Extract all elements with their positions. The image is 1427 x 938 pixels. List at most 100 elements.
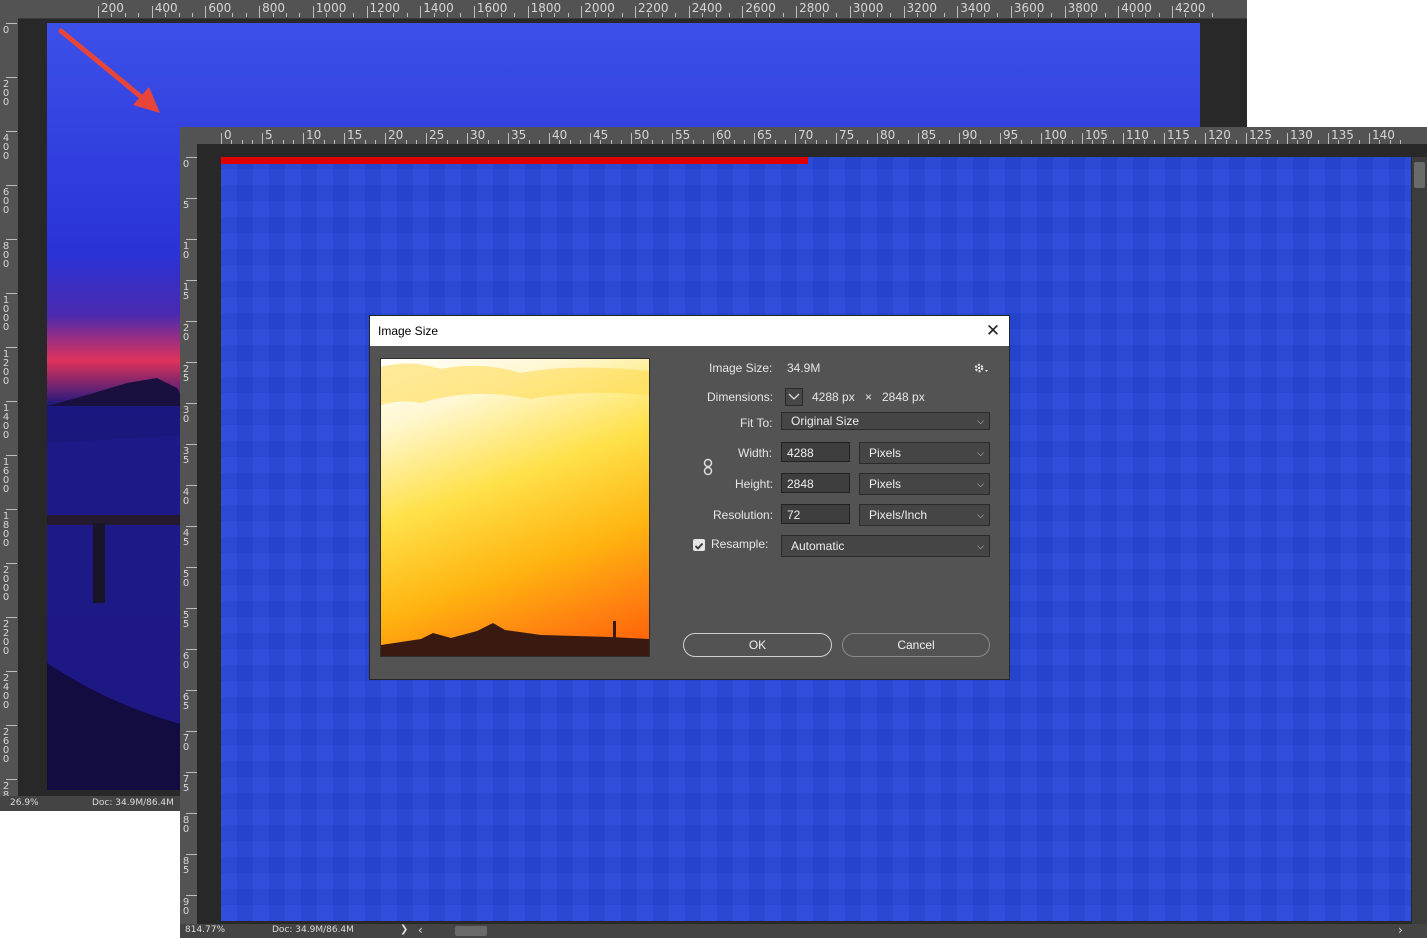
- back-zoom-level[interactable]: 26.9%: [10, 798, 39, 808]
- back-horizontal-ruler-major-tick: [581, 6, 583, 18]
- back-vertical-ruler-major-tick: [6, 23, 17, 24]
- front-horizontal-ruler-label: 30: [470, 128, 486, 142]
- back-horizontal-ruler-label: 3200: [906, 1, 938, 15]
- front-horizontal-ruler-minor-tick: [774, 140, 776, 144]
- image-preview[interactable]: [380, 358, 650, 657]
- chevron-down-icon: ⌵: [977, 448, 984, 458]
- back-horizontal-ruler-label: 200: [101, 1, 124, 15]
- front-horizontal-ruler-minor-tick: [733, 140, 735, 144]
- front-ruler-vertical[interactable]: 0 5 10 15 20 25 30 35 40 45 50 55 60 65 70 75 80 85 90: [180, 144, 197, 924]
- front-horizontal-ruler-minor-tick: [1194, 140, 1196, 144]
- back-vertical-ruler-major-tick: [6, 779, 17, 780]
- back-vertical-ruler-major-tick: [6, 131, 17, 132]
- back-horizontal-ruler-minor-tick: [232, 13, 234, 17]
- image-size-label: Image Size:: [709, 361, 773, 375]
- front-horizontal-ruler-major-tick: [590, 133, 591, 144]
- constrain-proportions-link-icon[interactable]: [702, 458, 714, 476]
- height-unit-value: Pixels: [869, 477, 902, 491]
- status-menu-arrow-icon[interactable]: ❯: [400, 924, 408, 935]
- gear-icon[interactable]: [973, 362, 989, 374]
- back-horizontal-ruler-label: 1800: [530, 1, 562, 15]
- ok-button[interactable]: OK: [683, 633, 832, 657]
- front-horizontal-ruler-minor-tick: [1112, 140, 1114, 144]
- front-horizontal-ruler-major-tick: [672, 133, 673, 144]
- front-horizontal-ruler-minor-tick: [1071, 140, 1073, 144]
- front-vertical-ruler-major-tick: [186, 608, 197, 609]
- back-vertical-ruler-major-tick: [6, 239, 17, 240]
- resample-checkbox[interactable]: [693, 539, 705, 551]
- back-horizontal-ruler-minor-tick: [1104, 13, 1106, 17]
- front-horizontal-ruler-minor-tick: [1399, 140, 1401, 144]
- height-unit-select[interactable]: Pixels ⌵: [859, 473, 990, 495]
- front-vertical-ruler-major-tick: [186, 362, 197, 363]
- back-horizontal-ruler-major-tick: [1010, 6, 1012, 18]
- front-horizontal-ruler-minor-tick: [651, 140, 653, 144]
- dimensions-dropdown[interactable]: [785, 388, 803, 406]
- dialog-title: Image Size: [378, 324, 439, 338]
- front-vertical-ruler-label: 0: [182, 159, 190, 170]
- dimensions-times: ×: [865, 390, 873, 404]
- front-horizontal-ruler-major-tick: [713, 133, 714, 144]
- front-horizontal-ruler-label: 105: [1085, 128, 1108, 142]
- front-ruler-horizontal[interactable]: 0 5 10 15 20 25 30 35 40 45 50 55 60 65 70 75 80 85 90 95 10…: [180, 127, 1427, 144]
- back-horizontal-ruler-label: 1600: [476, 1, 508, 15]
- front-horizontal-ruler-major-tick: [795, 133, 796, 144]
- back-vertical-ruler-label: 800: [2, 241, 10, 270]
- back-vertical-ruler-label: 1600: [2, 457, 10, 495]
- back-ruler-vertical[interactable]: 0 200 400 600 800 1000 1200 1400 1600 1800 2000 220…: [0, 18, 18, 796]
- width-unit-select[interactable]: Pixels ⌵: [859, 442, 990, 464]
- front-horizontal-ruler-label: 60: [716, 128, 732, 142]
- fit-to-label: Fit To:: [740, 416, 773, 430]
- front-vertical-ruler-major-tick: [186, 526, 197, 527]
- front-horizontal-ruler-label: 95: [1003, 128, 1019, 142]
- vertical-scroll-thumb[interactable]: [1414, 162, 1425, 188]
- front-horizontal-ruler-minor-tick: [1317, 140, 1319, 144]
- front-horizontal-ruler-minor-tick: [282, 140, 284, 144]
- width-input[interactable]: 4288: [781, 442, 850, 462]
- back-horizontal-ruler-label: 2800: [799, 1, 830, 15]
- fit-to-select[interactable]: Original Size ⌵: [781, 412, 990, 430]
- back-horizontal-ruler-major-tick: [742, 6, 744, 18]
- front-vertical-ruler-major-tick: [186, 403, 197, 404]
- front-horizontal-ruler-label: 135: [1331, 128, 1354, 142]
- front-zoom-level[interactable]: 814.77%: [185, 925, 225, 935]
- back-horizontal-ruler-label: 3600: [1013, 1, 1045, 15]
- close-icon[interactable]: ✕: [982, 320, 1004, 342]
- front-horizontal-ruler-minor-tick: [538, 140, 540, 144]
- image-size-value: 34.9M: [787, 361, 821, 375]
- resample-select[interactable]: Automatic ⌵: [781, 535, 990, 557]
- width-label: Width:: [738, 446, 773, 460]
- front-vertical-ruler-label: 30: [182, 405, 190, 425]
- front-horizontal-ruler-minor-tick: [897, 140, 899, 144]
- front-horizontal-ruler-minor-tick: [610, 140, 612, 144]
- scroll-left-arrow-icon[interactable]: ‹: [418, 923, 423, 937]
- cancel-button[interactable]: Cancel: [842, 633, 990, 657]
- front-vertical-ruler-major-tick: [186, 198, 197, 199]
- resolution-input[interactable]: 72: [781, 504, 850, 524]
- resolution-unit-select[interactable]: Pixels/Inch ⌵: [859, 504, 990, 526]
- back-ruler-horizontal[interactable]: 200 400 600 800 1000 1200 1400 1600 1800 2000 2200…: [0, 0, 1247, 19]
- back-horizontal-ruler-minor-tick: [675, 13, 677, 17]
- horizontal-scroll-thumb[interactable]: [455, 926, 487, 936]
- back-vertical-ruler-label: 2600: [2, 727, 10, 765]
- height-input[interactable]: 2848: [781, 473, 850, 493]
- vertical-scrollbar[interactable]: [1412, 157, 1427, 924]
- front-horizontal-ruler-label: 35: [511, 128, 527, 142]
- back-horizontal-ruler-label: 2000: [584, 1, 615, 15]
- front-vertical-ruler-label: 85: [182, 856, 190, 876]
- front-vertical-ruler-label: 70: [182, 733, 190, 753]
- front-horizontal-ruler-label: 25: [429, 128, 445, 142]
- scroll-right-arrow-icon[interactable]: ›: [1398, 923, 1403, 937]
- dimensions-height: 2848 px: [882, 390, 925, 404]
- front-horizontal-ruler-minor-tick: [661, 140, 663, 144]
- height-label: Height:: [735, 477, 774, 491]
- dialog-titlebar[interactable]: Image Size ✕: [370, 316, 1009, 346]
- front-vertical-ruler-major-tick: [186, 690, 197, 691]
- back-vertical-ruler-label: 0: [2, 25, 10, 36]
- back-horizontal-ruler-major-tick: [151, 6, 153, 18]
- back-vertical-ruler-major-tick: [6, 725, 17, 726]
- front-vertical-ruler-label: 60: [182, 651, 190, 671]
- front-horizontal-ruler-label: 125: [1249, 128, 1272, 142]
- back-horizontal-ruler-label: 2600: [745, 1, 776, 15]
- front-horizontal-ruler-major-tick: [1041, 133, 1042, 144]
